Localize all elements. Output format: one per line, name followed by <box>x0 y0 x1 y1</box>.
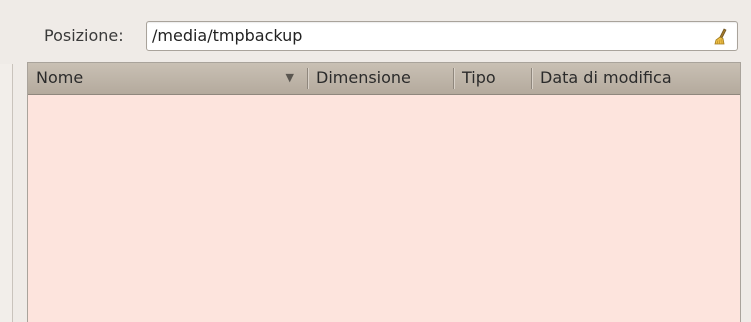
column-header-name-label: Nome <box>36 68 84 87</box>
broom-clear-icon[interactable] <box>711 27 731 47</box>
file-list-header: Nome ▼ Dimensione Tipo Data di modifica <box>28 63 740 95</box>
column-header-type-label: Tipo <box>462 68 496 87</box>
column-header-name[interactable]: Nome ▼ <box>28 63 308 94</box>
location-entry[interactable]: /media/tmpbackup <box>146 21 738 51</box>
column-header-size[interactable]: Dimensione <box>308 63 454 94</box>
side-pane-edge <box>0 64 13 322</box>
column-header-modified-label: Data di modifica <box>540 68 672 87</box>
location-label: Posizione: <box>44 26 124 45</box>
location-path-text[interactable]: /media/tmpbackup <box>152 22 302 50</box>
sort-down-arrow-icon: ▼ <box>285 71 294 84</box>
column-header-type[interactable]: Tipo <box>454 63 532 94</box>
column-header-size-label: Dimensione <box>316 68 411 87</box>
file-list[interactable]: Nome ▼ Dimensione Tipo Data di modifica <box>27 62 741 322</box>
file-list-body[interactable] <box>28 95 740 322</box>
column-header-modified[interactable]: Data di modifica <box>532 63 740 94</box>
